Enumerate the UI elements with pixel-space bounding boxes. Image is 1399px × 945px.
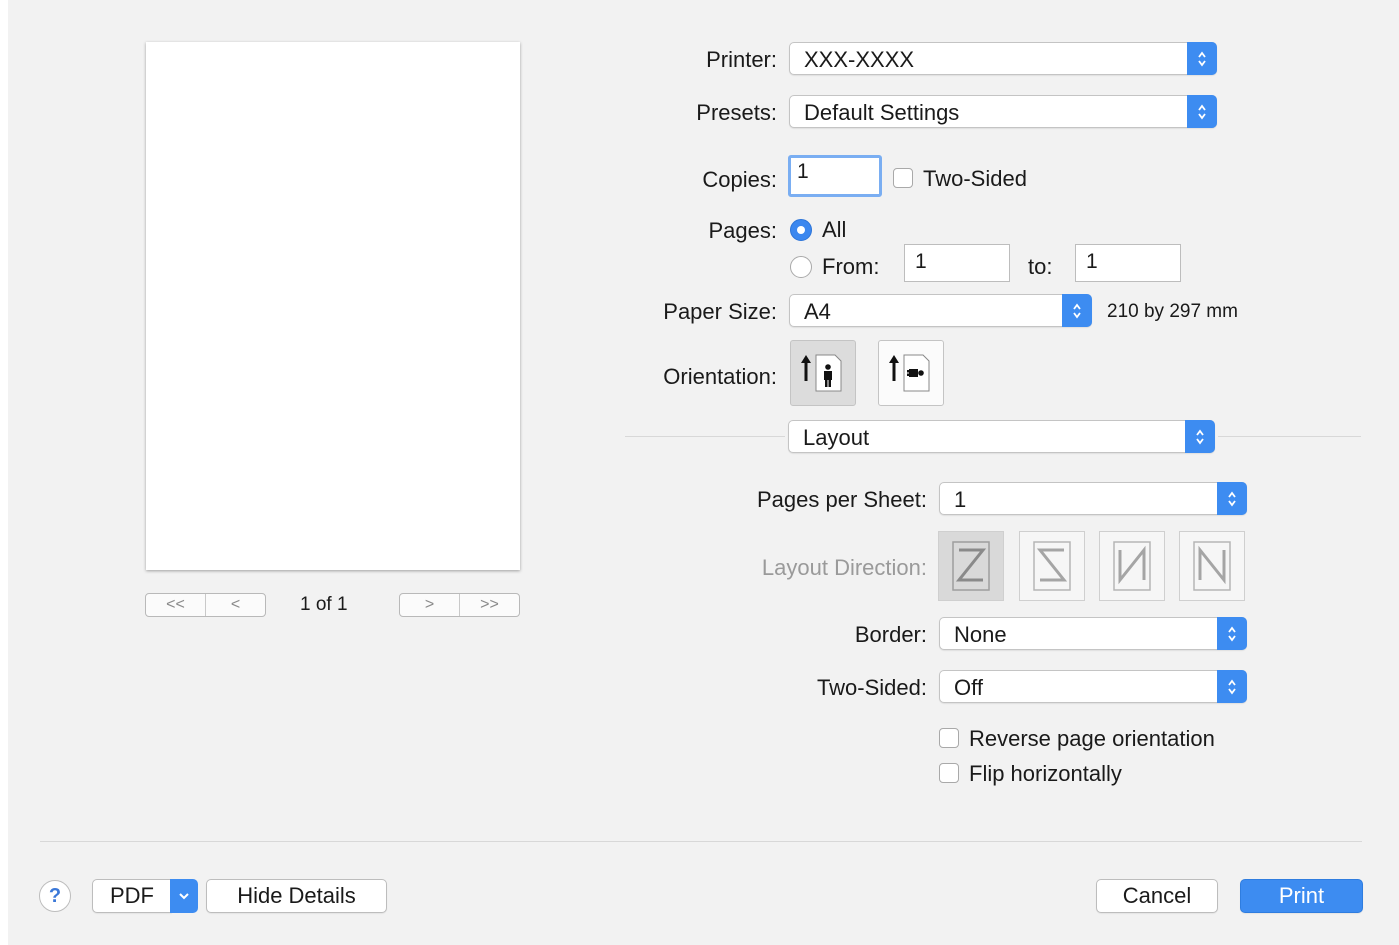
pages-to-field[interactable]: 1 <box>1075 244 1181 282</box>
section-separator-right <box>1218 436 1361 437</box>
landscape-icon <box>889 354 930 392</box>
pdf-button[interactable]: PDF <box>92 879 172 913</box>
n-layout-icon <box>1193 541 1231 591</box>
cancel-button[interactable]: Cancel <box>1096 879 1218 913</box>
pages-from-radio[interactable] <box>790 256 812 278</box>
pages-all-radio[interactable] <box>790 219 812 241</box>
reverse-orientation-checkbox[interactable] <box>939 728 959 748</box>
copies-label: Copies: <box>702 167 777 192</box>
layout-two-sided-popup[interactable]: Off <box>939 670 1247 703</box>
orientation-label: Orientation: <box>663 364 777 389</box>
border-label: Border: <box>854 622 927 647</box>
presets-popup[interactable]: Default Settings <box>789 95 1217 128</box>
updown-arrows-icon <box>1187 95 1217 128</box>
preview-back-nav: << < <box>145 593 266 617</box>
pages-label: Pages: <box>708 218 778 243</box>
updown-arrows-icon <box>1062 294 1092 327</box>
reverse-z-layout-icon <box>1033 541 1071 591</box>
layout-direction-reverse-z-button[interactable] <box>1019 531 1085 601</box>
pages-per-sheet-popup[interactable]: 1 <box>939 482 1247 515</box>
presets-label: Presets: <box>696 100 777 125</box>
paper-dimensions: 210 by 297 mm <box>1107 301 1238 322</box>
z-layout-icon <box>952 541 990 591</box>
hide-details-button[interactable]: Hide Details <box>206 879 387 913</box>
help-button[interactable]: ? <box>39 880 71 912</box>
border-value: None <box>954 622 1007 647</box>
two-sided-checkbox-label: Two-Sided <box>923 166 1027 191</box>
pages-from-field[interactable]: 1 <box>904 244 1010 282</box>
paper-size-popup[interactable]: A4 <box>789 294 1092 327</box>
pdf-menu-button[interactable] <box>170 879 198 913</box>
updown-arrows-icon <box>1217 670 1247 703</box>
pages-to-label: to: <box>1028 254 1053 279</box>
paper-size-label: Paper Size: <box>663 299 777 324</box>
footer-separator <box>40 841 1362 842</box>
next-page-button[interactable]: > <box>400 594 459 616</box>
pages-all-label: All <box>822 217 847 242</box>
print-button[interactable]: Print <box>1240 879 1363 913</box>
reverse-orientation-label: Reverse page orientation <box>969 726 1215 751</box>
portrait-orientation-button[interactable] <box>790 340 856 406</box>
copies-field[interactable]: 1 <box>788 155 882 197</box>
layout-direction-reverse-n-button[interactable] <box>1099 531 1165 601</box>
section-popup[interactable]: Layout <box>788 420 1215 453</box>
paper-size-value: A4 <box>804 299 831 324</box>
layout-direction-label: Layout Direction: <box>761 555 927 580</box>
two-sided-checkbox[interactable] <box>893 168 913 188</box>
section-popup-value: Layout <box>803 425 870 450</box>
layout-direction-z-button[interactable] <box>938 531 1004 601</box>
last-page-button[interactable]: >> <box>459 594 519 616</box>
previous-page-button[interactable]: < <box>205 594 265 616</box>
flip-horizontally-checkbox[interactable] <box>939 763 959 783</box>
pages-per-sheet-label: Pages per Sheet: <box>756 487 927 512</box>
landscape-orientation-button[interactable] <box>878 340 944 406</box>
updown-arrows-icon <box>1217 482 1247 515</box>
preview-forward-nav: > >> <box>399 593 520 617</box>
pages-per-sheet-value: 1 <box>954 487 967 512</box>
printer-popup[interactable]: XXX-XXXX <box>789 42 1217 75</box>
presets-value: Default Settings <box>804 100 960 125</box>
updown-arrows-icon <box>1185 420 1215 453</box>
first-page-button[interactable]: << <box>146 594 205 616</box>
layout-direction-n-button[interactable] <box>1179 531 1245 601</box>
portrait-icon <box>801 354 842 392</box>
pages-from-label: From: <box>822 254 880 279</box>
page-preview <box>146 42 520 570</box>
layout-two-sided-label: Two-Sided: <box>816 675 927 700</box>
page-counter: 1 of 1 <box>300 594 348 615</box>
reverse-n-layout-icon <box>1113 541 1151 591</box>
printer-label: Printer: <box>706 47 777 72</box>
updown-arrows-icon <box>1187 42 1217 75</box>
flip-horizontally-label: Flip horizontally <box>969 761 1122 786</box>
section-separator-left <box>625 436 785 437</box>
printer-value: XXX-XXXX <box>804 47 915 72</box>
updown-arrows-icon <box>1217 617 1247 650</box>
border-popup[interactable]: None <box>939 617 1247 650</box>
layout-two-sided-value: Off <box>954 675 983 700</box>
chevron-down-icon <box>179 893 189 900</box>
